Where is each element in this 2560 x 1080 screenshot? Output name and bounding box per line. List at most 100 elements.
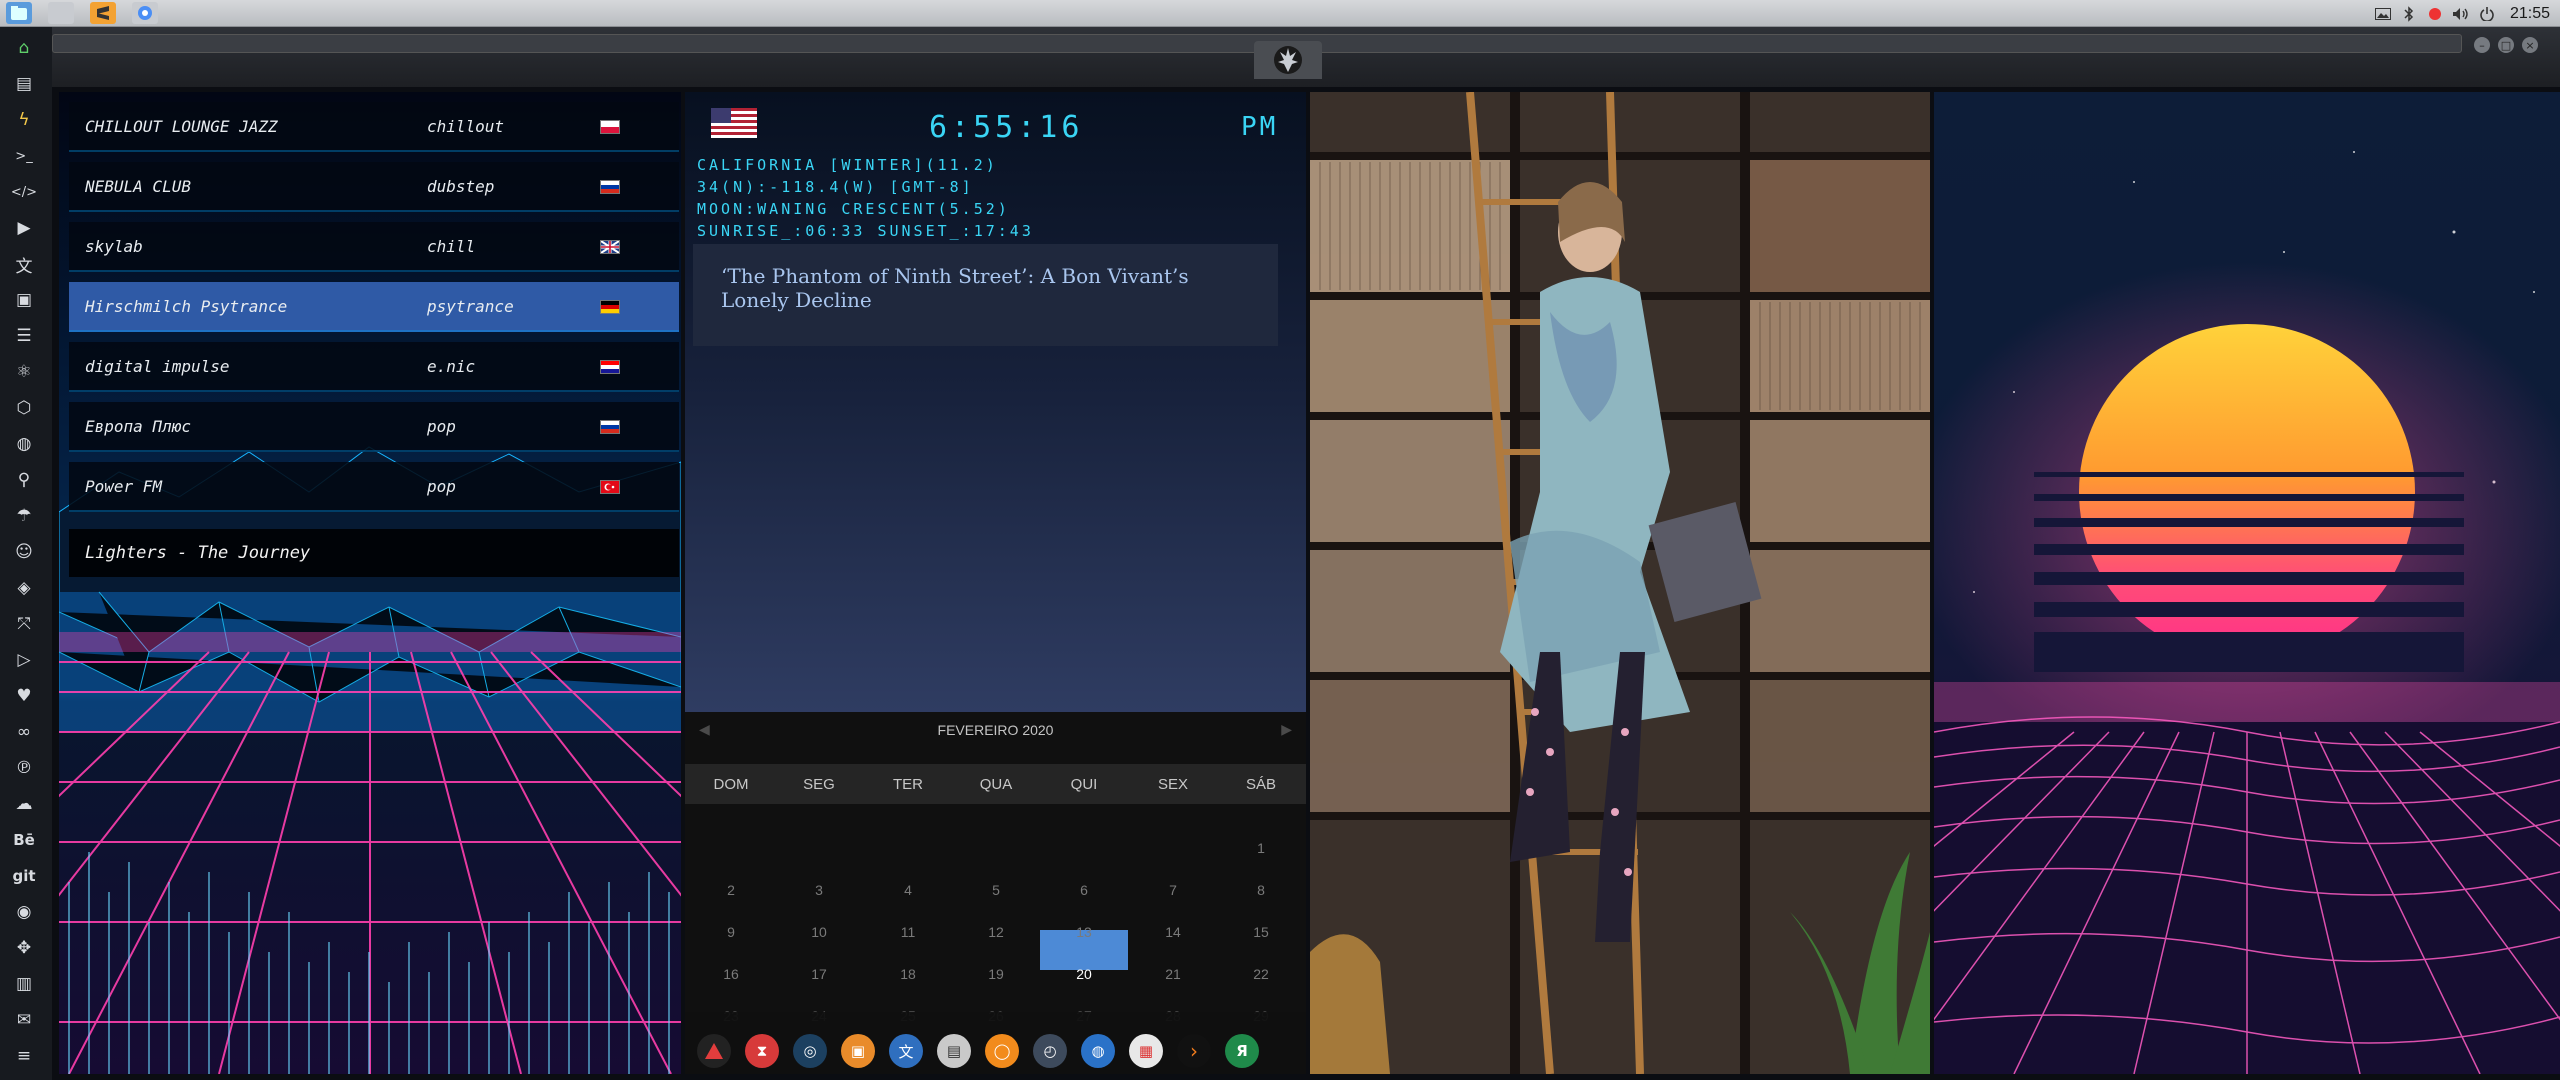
calendar-day[interactable]: 13 (1054, 924, 1114, 940)
bolt-icon[interactable]: ϟ (10, 105, 38, 135)
calendar-day[interactable]: 22 (1231, 966, 1291, 982)
calendar-day[interactable]: 9 (701, 924, 761, 940)
close-button[interactable]: × (2522, 37, 2538, 53)
calendar-next-icon[interactable]: ▶ (1281, 722, 1292, 738)
infinity-icon[interactable]: ∞ (10, 717, 38, 747)
sublime-icon[interactable] (90, 2, 116, 24)
planet-icon[interactable]: ◎ (793, 1034, 827, 1068)
github-icon[interactable]: ◉ (10, 897, 38, 927)
calendar-day[interactable]: 8 (1231, 882, 1291, 898)
station-genre: chillout (427, 116, 505, 136)
calendar-day[interactable]: 21 (1143, 966, 1203, 982)
calendar-day[interactable]: 10 (789, 924, 849, 940)
calendar-day[interactable]: 11 (878, 924, 938, 940)
gamepad-icon[interactable]: ✥ (10, 933, 38, 963)
flag-turkey-icon (600, 480, 620, 494)
window-icon[interactable] (48, 2, 74, 24)
station-row[interactable]: NEBULA CLUB dubstep (69, 162, 679, 212)
calendar-day[interactable]: 18 (878, 966, 938, 982)
contact-icon[interactable]: ☺ (10, 537, 38, 567)
calendar-icon[interactable]: ▦ (1129, 1034, 1163, 1068)
station-row[interactable]: Европа Плюс pop (69, 402, 679, 452)
news-icon[interactable]: ▤ (937, 1034, 971, 1068)
git-icon[interactable]: git (10, 861, 38, 891)
youtube-icon[interactable]: ▷ (10, 645, 38, 675)
news-headline-card[interactable]: ‘The Phantom of Ninth Street’: A Bon Viv… (693, 244, 1278, 346)
calendar-day[interactable]: 12 (966, 924, 1026, 940)
flag-russia-icon (600, 180, 620, 194)
umbrella-icon[interactable]: ☂ (10, 501, 38, 531)
expand-icon[interactable]: ⤧ (10, 609, 38, 639)
reader-icon[interactable]: ☰ (10, 321, 38, 351)
app-a-icon[interactable] (697, 1034, 731, 1068)
translate-icon[interactable]: 文 (10, 249, 38, 279)
mail-icon[interactable]: ✉ (10, 1005, 38, 1035)
calendar-day[interactable]: 15 (1231, 924, 1291, 940)
calendar-day[interactable]: 1 (1231, 840, 1291, 856)
calendar-month-title: FEVEREIRO 2020 (937, 722, 1054, 738)
document-icon[interactable]: ▤ (10, 69, 38, 99)
calendar-day[interactable]: 6 (1054, 882, 1114, 898)
calendar-day[interactable]: 17 (789, 966, 849, 982)
weekday-label: QUA (979, 776, 1013, 793)
station-row-selected[interactable]: Hirschmilch Psytrance psytrance (69, 282, 679, 332)
calendar-day[interactable]: 19 (966, 966, 1026, 982)
calendar-day[interactable]: 3 (789, 882, 849, 898)
terminal-icon[interactable]: >_ (10, 141, 38, 171)
minimize-button[interactable]: – (2474, 37, 2490, 53)
hexagon-icon[interactable]: ⬡ (10, 393, 38, 423)
translate-icon[interactable]: 文 (889, 1034, 923, 1068)
image-icon[interactable] (2374, 5, 2392, 23)
calendar-day[interactable]: 5 (966, 882, 1026, 898)
list-icon[interactable]: ≡ (10, 1041, 38, 1071)
maximize-button[interactable]: □ (2498, 37, 2514, 53)
pinterest-icon[interactable]: ℗ (10, 753, 38, 783)
rebel-alliance-icon[interactable] (1254, 41, 1322, 79)
power-icon[interactable] (2478, 5, 2496, 23)
calendar-day[interactable]: 4 (878, 882, 938, 898)
chrome-icon[interactable] (132, 2, 158, 24)
image-icon[interactable]: ▣ (10, 285, 38, 315)
station-row[interactable]: CHILLOUT LOUNGE JAZZ chillout (69, 102, 679, 152)
sunrise-sunset-line: SUNRISE_:06:33 SUNSET_:17:43 (697, 222, 1034, 240)
calendar-day[interactable]: 2 (701, 882, 761, 898)
hourglass-icon[interactable]: ⧗ (745, 1034, 779, 1068)
station-name: Hirschmilch Psytrance (85, 296, 288, 316)
bluetooth-icon[interactable] (2400, 5, 2418, 23)
station-genre: chill (427, 236, 476, 256)
arrow-icon[interactable]: › (1177, 1034, 1211, 1068)
clock-icon[interactable]: ◴ (1033, 1034, 1067, 1068)
search-icon[interactable]: ⚲ (10, 465, 38, 495)
globe-icon[interactable]: ◍ (10, 429, 38, 459)
now-playing-track: Lighters - The Journey (69, 529, 679, 577)
volume-icon[interactable] (2452, 5, 2470, 23)
file-manager-icon[interactable] (6, 2, 32, 24)
calendar-day[interactable]: 16 (701, 966, 761, 982)
station-row[interactable]: skylab chill (69, 222, 679, 272)
station-row[interactable]: Power FM pop (69, 462, 679, 512)
system-clock[interactable]: 21:55 (2510, 5, 2550, 23)
map-icon[interactable]: ▥ (10, 969, 38, 999)
code-icon[interactable]: </> (10, 177, 38, 207)
home-icon[interactable]: ⌂ (10, 33, 38, 63)
yandex-icon[interactable]: Я (1225, 1034, 1259, 1068)
station-name: Power FM (85, 476, 163, 496)
calendar-day[interactable]: 7 (1143, 882, 1203, 898)
play-icon[interactable]: ▶ (10, 213, 38, 243)
cloud-icon[interactable]: ☁ (10, 789, 38, 819)
globe-icon[interactable]: ◍ (1081, 1034, 1115, 1068)
station-genre: e.nic (427, 356, 476, 376)
tag-icon[interactable]: ◈ (10, 573, 38, 603)
calendar-day[interactable]: 14 (1143, 924, 1203, 940)
image-viewer-icon[interactable]: ▣ (841, 1034, 875, 1068)
station-row[interactable]: digital impulse e.nic (69, 342, 679, 392)
news-headline[interactable]: ‘The Phantom of Ninth Street’: A Bon Viv… (721, 264, 1189, 312)
flag-poland-icon (600, 120, 620, 134)
heart-icon[interactable]: ♥ (10, 681, 38, 711)
station-name: CHILLOUT LOUNGE JAZZ (85, 116, 278, 136)
atom-icon[interactable]: ⚛ (10, 357, 38, 387)
calendar-day-today[interactable]: 20 (1054, 966, 1114, 982)
record-icon[interactable] (2426, 5, 2444, 23)
search-icon[interactable]: ◯ (985, 1034, 1019, 1068)
behance-icon[interactable]: Bē (10, 825, 38, 855)
